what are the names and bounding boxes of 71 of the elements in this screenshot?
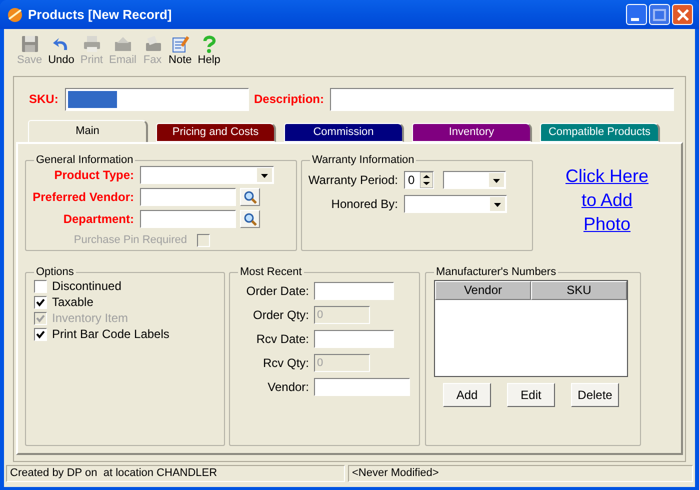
field-label: Order Qty: xyxy=(252,307,310,324)
caret-icon xyxy=(257,168,272,182)
checkbox-label: Taxable xyxy=(52,294,94,311)
field-label: Preferred Vendor: xyxy=(32,189,135,206)
tab[interactable]: Pricing and Costs xyxy=(156,123,276,142)
caret-icon xyxy=(489,173,504,187)
text-field[interactable] xyxy=(140,210,236,228)
field-label: Department: xyxy=(62,211,135,228)
email-icon xyxy=(112,34,133,54)
group-title: Warranty Information xyxy=(311,154,416,166)
search-button[interactable] xyxy=(240,210,260,228)
toolbar-button[interactable]: Undo xyxy=(45,34,78,67)
column-header[interactable]: SKU xyxy=(531,281,627,300)
group-title: Most Recent xyxy=(239,266,303,278)
list-view[interactable]: Vendor SKU xyxy=(434,280,628,377)
tab[interactable]: Main xyxy=(28,120,148,142)
checkbox-label: Purchase Pin Required xyxy=(72,232,188,248)
checkbox[interactable] xyxy=(34,280,47,292)
tab[interactable]: Inventory xyxy=(412,123,532,142)
field-label: Product Type: xyxy=(53,167,135,184)
toolbar-button[interactable]: Help xyxy=(194,34,224,67)
button[interactable]: Add xyxy=(443,383,491,407)
maximize-button[interactable] xyxy=(649,4,670,25)
dropdown-field[interactable] xyxy=(404,195,507,213)
checkbox[interactable] xyxy=(34,296,47,308)
checkbox-label: Print Bar Code Labels xyxy=(52,326,170,343)
close-button[interactable] xyxy=(672,4,693,25)
field-label: Rcv Date: xyxy=(255,331,310,348)
search-button[interactable] xyxy=(240,188,260,206)
text-field[interactable] xyxy=(140,188,236,206)
checkbox-label: Inventory Item xyxy=(52,310,128,327)
button[interactable]: Edit xyxy=(507,383,555,407)
dropdown-field[interactable] xyxy=(443,171,506,189)
add-photo-link[interactable]: Click Here to Add Photo xyxy=(561,164,653,236)
printer-icon xyxy=(82,34,102,54)
text-field[interactable] xyxy=(314,330,394,348)
window-title: Products [New Record] xyxy=(28,6,172,24)
spinner-field[interactable]: 0 xyxy=(404,171,434,189)
group-title: Manufacturer's Numbers xyxy=(435,266,558,278)
text-field[interactable] xyxy=(314,378,410,396)
caret-icon xyxy=(490,197,505,211)
field-label: Vendor: xyxy=(266,379,310,396)
field-label: Honored By: xyxy=(330,196,399,213)
note-icon xyxy=(170,34,190,54)
field-label: Description: xyxy=(254,91,326,108)
checkbox[interactable] xyxy=(34,328,47,340)
floppy-icon xyxy=(20,34,40,54)
minimize-icon xyxy=(631,18,639,21)
sku-field[interactable] xyxy=(65,88,249,110)
maximize-icon xyxy=(653,8,666,20)
button[interactable]: Delete xyxy=(571,383,619,407)
group-title: General Information xyxy=(35,154,134,166)
field-label: Order Date: xyxy=(245,283,310,300)
tab[interactable]: Compatible Products xyxy=(540,123,660,142)
text-field[interactable] xyxy=(314,282,394,300)
field-label: Warranty Period: xyxy=(307,172,399,189)
status-text: Created by DP on at location CHANDLER xyxy=(6,465,345,482)
field-label: Rcv Qty: xyxy=(262,355,310,372)
group-title: Options xyxy=(35,266,75,278)
toolbar-button[interactable]: Note xyxy=(166,34,195,67)
column-header[interactable]: Vendor xyxy=(435,281,531,300)
checkbox-label: Discontinued xyxy=(52,278,122,295)
tab[interactable]: Commission xyxy=(284,123,404,142)
status-text: <Never Modified> xyxy=(348,465,693,482)
close-icon xyxy=(676,8,688,20)
description-field[interactable] xyxy=(330,88,674,110)
minimize-button[interactable] xyxy=(626,4,647,25)
dropdown-field[interactable] xyxy=(140,166,274,184)
field-label: SKU: xyxy=(29,91,60,108)
spin-arrows-icon xyxy=(420,172,433,188)
app-icon xyxy=(6,6,24,24)
